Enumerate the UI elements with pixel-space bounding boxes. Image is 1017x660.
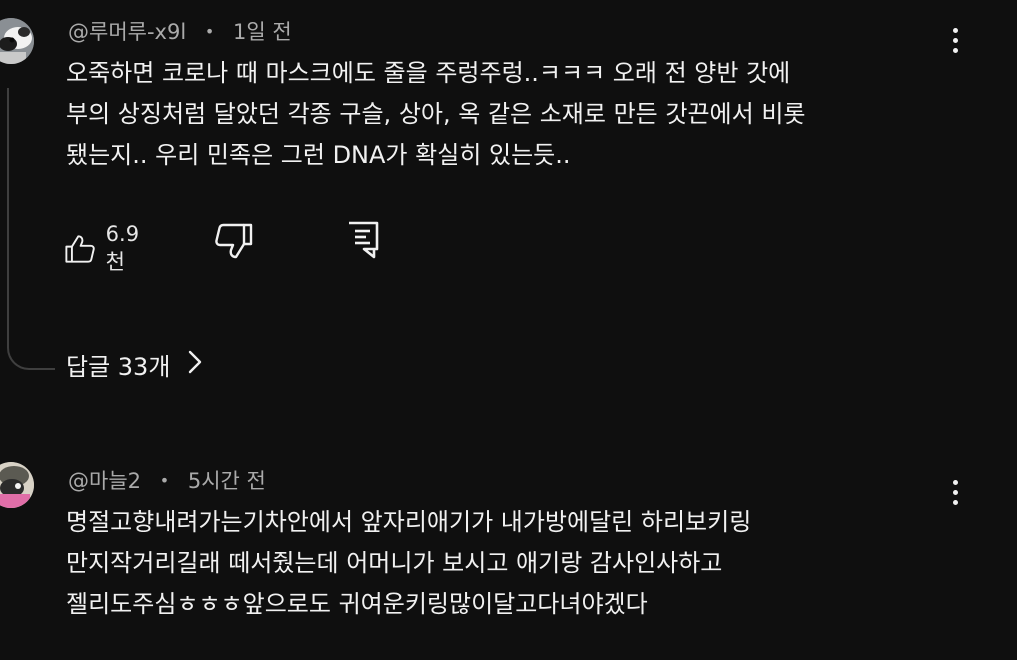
comment-text-line: 오죽하면 코로나 때 마스크에도 줄을 주렁주렁..ㅋㅋㅋ 오래 전 양반 갓에 — [66, 59, 791, 87]
more-vertical-icon — [952, 27, 958, 33]
comment-text-line: 부의 상징처럼 달았던 각종 구슬, 상아, 옥 같은 소재로 만든 갓끈에서 … — [66, 100, 806, 128]
avatar[interactable] — [0, 462, 34, 508]
comment-text: 오죽하면 코로나 때 마스크에도 줄을 주렁주렁..ㅋㅋㅋ 오래 전 양반 갓에… — [66, 53, 806, 176]
reply-comment-icon — [349, 221, 379, 259]
view-replies-button[interactable]: 답글 33개 — [66, 347, 202, 382]
avatar-image — [0, 18, 34, 64]
thumbs-down-icon — [215, 223, 253, 259]
more-vertical-icon — [952, 479, 958, 485]
comment-text-line: 명절고향내려가는기차안에서 앞자리애기가 내가방에달린 하리보키링 — [66, 508, 752, 536]
reply-thread-line — [7, 88, 55, 370]
comment-author[interactable]: @루머루-x9l — [68, 20, 186, 44]
like-button[interactable]: 6.9천 — [64, 222, 147, 276]
chevron-right-icon — [188, 350, 202, 380]
reply-button[interactable] — [346, 220, 382, 260]
comment-meta: @마늘2 • 5시간 전 — [68, 465, 266, 495]
comment-text-line: 젤리도주심ㅎㅎㅎ앞으로도 귀여운키링많이달고다녀야겠다 — [66, 590, 648, 618]
thumbs-up-icon — [65, 235, 95, 263]
comment-time[interactable]: 1일 전 — [233, 20, 292, 44]
comment-text-line: 만지작거리길래 떼서줬는데 어머니가 보시고 애기랑 감사인사하고 — [66, 549, 723, 577]
comments-page: @루머루-x9l • 1일 전 오죽하면 코로나 때 마스크에도 줄을 주렁주렁… — [0, 0, 1017, 660]
like-count: 6.9천 — [105, 222, 140, 274]
avatar[interactable] — [0, 18, 34, 64]
more-options-button[interactable] — [945, 474, 965, 510]
comment-text: 명절고향내려가는기차안에서 앞자리애기가 내가방에달린 하리보키링 만지작거리길… — [66, 502, 751, 625]
comment-time[interactable]: 5시간 전 — [188, 469, 266, 493]
comment-meta: @루머루-x9l • 1일 전 — [68, 16, 292, 46]
more-options-button[interactable] — [945, 22, 965, 58]
dislike-button[interactable] — [214, 222, 254, 260]
avatar-image — [0, 462, 34, 508]
replies-count-label: 답글 33개 — [66, 353, 171, 381]
comment-text-line: 됐는지.. 우리 민족은 그런 DNA가 확실히 있는듯.. — [66, 141, 571, 169]
comment-author[interactable]: @마늘2 — [68, 469, 141, 493]
meta-separator: • — [159, 471, 170, 490]
meta-separator: • — [204, 22, 215, 41]
